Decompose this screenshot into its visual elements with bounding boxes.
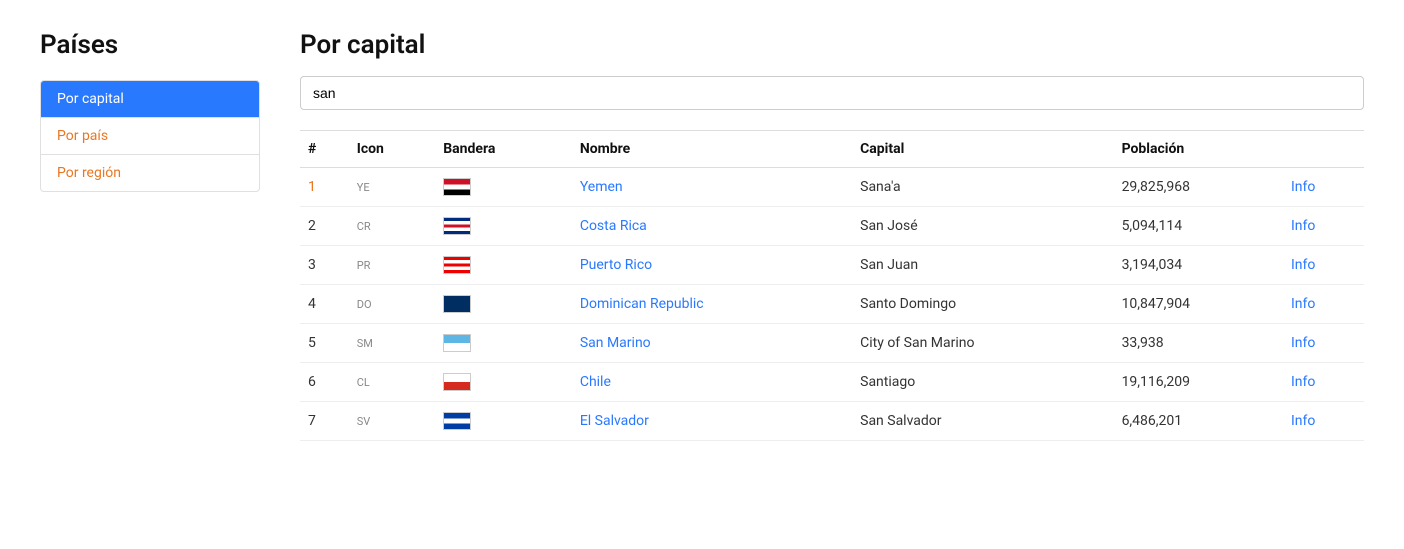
table-header-row: # Icon Bandera Nombre Capital Población: [300, 131, 1364, 168]
row-population: 19,116,209: [1114, 363, 1283, 402]
row-number: 6: [300, 363, 349, 402]
search-input[interactable]: [300, 76, 1364, 110]
row-capital: San Salvador: [852, 402, 1113, 441]
col-actions: [1283, 131, 1364, 168]
row-name: Dominican Republic: [572, 285, 852, 324]
sidebar-title: Países: [40, 30, 260, 60]
table-row: 1 YE Yemen Sana'a 29,825,968 Info: [300, 168, 1364, 207]
row-name: San Marino: [572, 324, 852, 363]
info-link[interactable]: Info: [1291, 257, 1315, 273]
row-population: 29,825,968: [1114, 168, 1283, 207]
row-code: CL: [349, 363, 436, 402]
table-row: 5 SM San Marino City of San Marino 33,93…: [300, 324, 1364, 363]
row-population: 6,486,201: [1114, 402, 1283, 441]
page-title: Por capital: [300, 30, 1364, 60]
row-info[interactable]: Info: [1283, 363, 1364, 402]
row-info[interactable]: Info: [1283, 207, 1364, 246]
sidebar-item-por-region[interactable]: Por región: [41, 155, 259, 191]
row-flag: [435, 207, 572, 246]
row-code: PR: [349, 246, 436, 285]
row-flag: [435, 324, 572, 363]
col-name: Nombre: [572, 131, 852, 168]
info-link[interactable]: Info: [1291, 374, 1315, 390]
row-code: DO: [349, 285, 436, 324]
row-population: 33,938: [1114, 324, 1283, 363]
col-capital: Capital: [852, 131, 1113, 168]
sidebar-item-por-capital[interactable]: Por capital: [41, 81, 259, 118]
row-population: 10,847,904: [1114, 285, 1283, 324]
row-capital: City of San Marino: [852, 324, 1113, 363]
col-flag: Bandera: [435, 131, 572, 168]
col-icon: Icon: [349, 131, 436, 168]
row-info[interactable]: Info: [1283, 168, 1364, 207]
row-name: Chile: [572, 363, 852, 402]
main-content: Por capital # Icon Bandera Nombre Capita…: [300, 30, 1364, 441]
row-number: 7: [300, 402, 349, 441]
col-num: #: [300, 131, 349, 168]
row-capital: Santo Domingo: [852, 285, 1113, 324]
row-info[interactable]: Info: [1283, 285, 1364, 324]
table-row: 4 DO Dominican Republic Santo Domingo 10…: [300, 285, 1364, 324]
row-code: SM: [349, 324, 436, 363]
row-number: 2: [300, 207, 349, 246]
row-flag: [435, 168, 572, 207]
table-row: 6 CL Chile Santiago 19,116,209 Info: [300, 363, 1364, 402]
row-code: YE: [349, 168, 436, 207]
info-link[interactable]: Info: [1291, 218, 1315, 234]
row-flag: [435, 363, 572, 402]
app-layout: Países Por capital Por país Por región P…: [0, 0, 1404, 471]
row-capital: Santiago: [852, 363, 1113, 402]
row-info[interactable]: Info: [1283, 402, 1364, 441]
row-info[interactable]: Info: [1283, 246, 1364, 285]
row-name: El Salvador: [572, 402, 852, 441]
row-capital: San Juan: [852, 246, 1113, 285]
row-population: 5,094,114: [1114, 207, 1283, 246]
row-flag: [435, 285, 572, 324]
table-row: 2 CR Costa Rica San José 5,094,114 Info: [300, 207, 1364, 246]
row-name: Costa Rica: [572, 207, 852, 246]
row-flag: [435, 402, 572, 441]
row-population: 3,194,034: [1114, 246, 1283, 285]
row-number: 5: [300, 324, 349, 363]
row-name: Puerto Rico: [572, 246, 852, 285]
col-population: Población: [1114, 131, 1283, 168]
info-link[interactable]: Info: [1291, 179, 1315, 195]
info-link[interactable]: Info: [1291, 335, 1315, 351]
info-link[interactable]: Info: [1291, 413, 1315, 429]
info-link[interactable]: Info: [1291, 296, 1315, 312]
row-flag: [435, 246, 572, 285]
row-capital: Sana'a: [852, 168, 1113, 207]
row-info[interactable]: Info: [1283, 324, 1364, 363]
row-code: CR: [349, 207, 436, 246]
sidebar-nav: Por capital Por país Por región: [40, 80, 260, 192]
row-number: 1: [300, 168, 349, 207]
row-code: SV: [349, 402, 436, 441]
row-number: 3: [300, 246, 349, 285]
sidebar-item-por-pais[interactable]: Por país: [41, 118, 259, 155]
row-number: 4: [300, 285, 349, 324]
countries-table: # Icon Bandera Nombre Capital Población …: [300, 130, 1364, 441]
row-name: Yemen: [572, 168, 852, 207]
sidebar: Países Por capital Por país Por región: [40, 30, 260, 441]
row-capital: San José: [852, 207, 1113, 246]
table-row: 7 SV El Salvador San Salvador 6,486,201 …: [300, 402, 1364, 441]
table-row: 3 PR Puerto Rico San Juan 3,194,034 Info: [300, 246, 1364, 285]
